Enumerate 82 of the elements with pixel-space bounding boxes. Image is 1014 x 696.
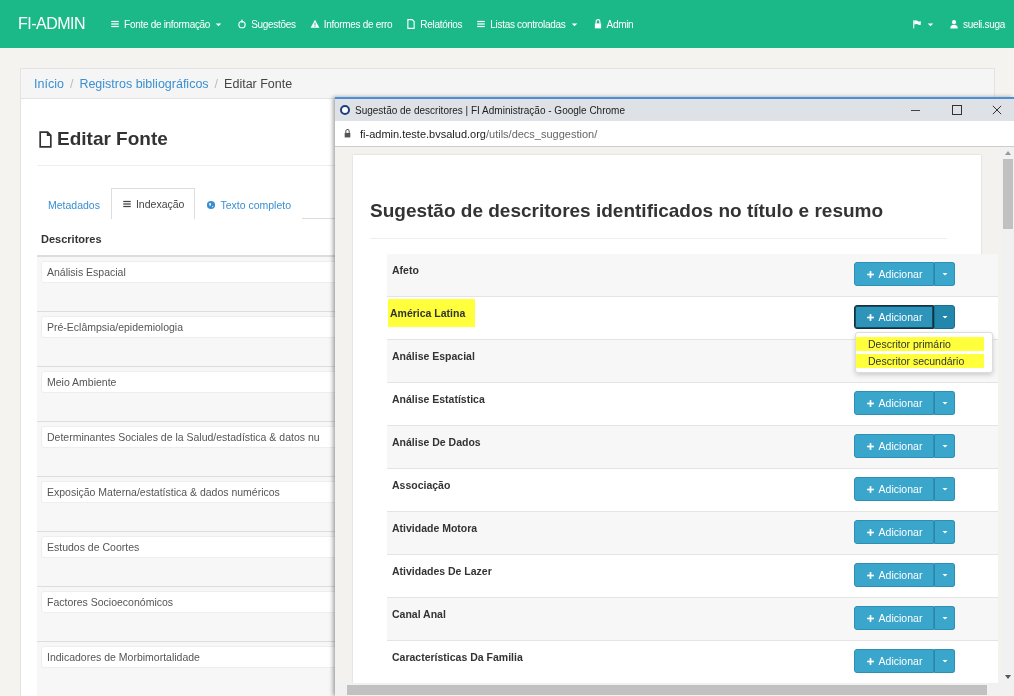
nav-menu-item[interactable]: Listas controladas [469, 18, 586, 30]
descriptor-term: Atividades De Lazer [391, 565, 493, 577]
maximize-icon[interactable] [952, 105, 962, 115]
browser-logo-icon [340, 105, 350, 115]
user-icon [948, 19, 959, 29]
document-icon [37, 130, 54, 148]
caret-icon [940, 657, 949, 665]
dropdown-toggle[interactable] [934, 563, 955, 587]
dropdown-toggle[interactable] [934, 520, 955, 544]
plus-icon [865, 656, 875, 666]
file-icon [406, 19, 417, 29]
plus-icon [865, 484, 875, 494]
breadcrumb-link[interactable]: Registros bibliográficos [79, 76, 209, 91]
dropdown-toggle[interactable] [934, 649, 955, 673]
warning-icon [309, 19, 320, 29]
caret-icon [940, 614, 949, 622]
breadcrumb-link[interactable]: Início [34, 76, 64, 91]
caret-icon [940, 528, 949, 536]
add-button[interactable]: Adicionar [854, 649, 934, 673]
globe-icon [206, 200, 217, 210]
menu-item[interactable]: Descritor secundário [856, 354, 984, 368]
list-icon [121, 199, 132, 209]
add-button[interactable]: Adicionar [854, 305, 934, 329]
window-title: Sugestão de descritores | FI Administração - Google Chrome [355, 104, 626, 116]
add-button[interactable]: Adicionar [854, 477, 934, 501]
descriptor-term: Afeto [391, 264, 420, 276]
descriptor-term: Atividade Motora [391, 522, 479, 534]
add-button[interactable]: Adicionar [854, 563, 934, 587]
add-button[interactable]: Adicionar [854, 262, 934, 286]
dropdown-toggle[interactable] [934, 305, 955, 329]
minimize-icon[interactable] [911, 109, 920, 111]
dropdown-toggle[interactable] [934, 606, 955, 630]
caret-icon [940, 399, 949, 407]
flag-icon [911, 19, 922, 29]
plus-icon [865, 441, 875, 451]
page-heading: Sugestão de descritores identificados no título e resumo [370, 199, 885, 223]
list-icon [476, 19, 487, 29]
descriptor-term: América Latina [388, 299, 476, 327]
nav-menu-item[interactable]: Sugestões [230, 18, 303, 30]
plus-icon [865, 398, 875, 408]
nav-menu-item[interactable]: Fonte de informação [103, 18, 231, 30]
url-text: fi-admin.teste.bvsalud.org/utils/decs_suggestion/ [360, 127, 598, 140]
page-title: Editar Fonte [57, 128, 168, 150]
add-button[interactable]: Adicionar [854, 391, 934, 415]
caret-icon [940, 485, 949, 493]
horizontal-scrollbar[interactable] [335, 683, 1014, 696]
caret-icon [940, 313, 949, 321]
list-icon [110, 19, 121, 29]
plus-icon [865, 613, 875, 623]
lock-icon [592, 19, 603, 29]
nav-menu-item[interactable]: Admin [585, 18, 641, 30]
descriptor-term: Associação [391, 479, 452, 491]
breadcrumb-separator: / [214, 76, 219, 91]
close-icon[interactable] [992, 105, 1002, 115]
nav-menu-item[interactable]: sueli.suga [941, 18, 1012, 30]
brand-link[interactable]: FI-ADMIN [0, 15, 104, 33]
descriptor-term: Análise Estatística [391, 393, 486, 405]
add-button[interactable]: Adicionar [854, 520, 934, 544]
breadcrumb-current: Editar Fonte [224, 76, 293, 91]
thumbs-up-icon [237, 19, 248, 29]
lock-icon [343, 129, 352, 138]
plus-icon [865, 527, 875, 537]
nav-menu-item[interactable]: Informes de erro [302, 18, 400, 30]
nav-menu-item[interactable]: Relatórios [399, 18, 470, 30]
tab[interactable]: Indexação [110, 188, 196, 219]
dropdown-toggle[interactable] [934, 477, 955, 501]
plus-icon [865, 312, 875, 322]
dropdown-toggle[interactable] [934, 262, 955, 286]
descriptor-term: Características Da Familia [391, 651, 524, 663]
plus-icon [865, 269, 875, 279]
dropdown-toggle[interactable] [934, 391, 955, 415]
menu-item[interactable]: Descritor primário [856, 337, 984, 351]
caret-icon [940, 270, 949, 278]
add-button[interactable]: Adicionar [854, 606, 934, 630]
descriptor-term: Análise Espacial [391, 350, 476, 362]
caret-icon [940, 442, 949, 450]
breadcrumb-separator: / [69, 76, 74, 91]
plus-icon [865, 570, 875, 580]
add-button[interactable]: Adicionar [854, 434, 934, 458]
caret-icon [940, 571, 949, 579]
dropdown-toggle[interactable] [934, 434, 955, 458]
descriptor-term: Análise De Dados [391, 436, 482, 448]
